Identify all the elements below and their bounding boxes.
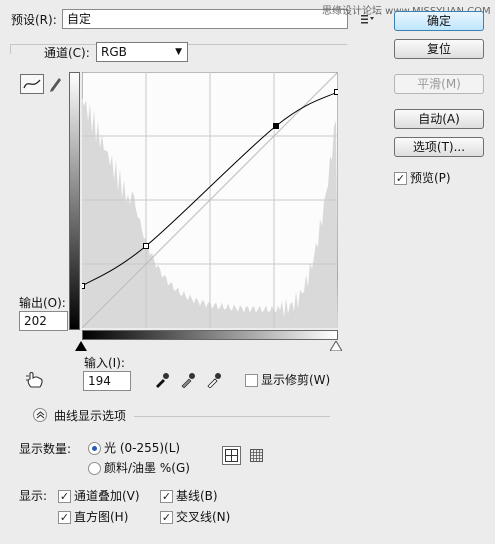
light-option-label: 光 (0-255)(L) xyxy=(104,441,181,455)
preview-checkbox[interactable]: ✓ xyxy=(394,172,407,185)
input-gradient-bar xyxy=(82,330,338,340)
channel-value: RGB xyxy=(101,45,127,59)
preset-label: 预设(R): xyxy=(11,13,57,27)
output-field[interactable]: 202 xyxy=(19,311,68,331)
curve-point-tool-icon[interactable] xyxy=(20,74,44,94)
curve-graph[interactable] xyxy=(82,72,338,328)
display-options-title: 曲线显示选项 xyxy=(54,409,127,423)
show-label: 显示: xyxy=(19,489,48,503)
output-gradient-bar xyxy=(69,72,80,330)
intersection-checkbox[interactable]: ✓ xyxy=(160,511,173,524)
output-label: 输出(O): xyxy=(19,296,66,310)
grid-detailed-icon[interactable] xyxy=(247,446,266,465)
auto-button[interactable]: 自动(A) xyxy=(394,109,484,129)
input-field[interactable]: 194 xyxy=(83,371,131,391)
channel-select[interactable]: RGB ▼ xyxy=(96,42,188,62)
preset-select[interactable]: 自定 xyxy=(62,9,348,29)
hand-adjust-icon[interactable] xyxy=(24,370,46,390)
curve-point[interactable] xyxy=(143,243,149,249)
channel-overlays-checkbox[interactable]: ✓ xyxy=(58,490,71,503)
ok-button[interactable]: 确定 xyxy=(394,11,484,31)
chevron-down-icon: ▼ xyxy=(175,47,182,57)
baseline-label: 基线(B) xyxy=(176,489,218,503)
channel-label: 通道(C): xyxy=(44,46,90,60)
baseline-checkbox[interactable]: ✓ xyxy=(160,490,173,503)
gray-eyedropper-icon[interactable] xyxy=(179,371,197,389)
histogram-label: 直方图(H) xyxy=(74,510,129,524)
display-amount-label: 显示数量: xyxy=(19,442,72,456)
preset-value: 自定 xyxy=(67,12,92,26)
grid-simple-icon[interactable] xyxy=(222,446,241,465)
options-button[interactable]: 选项(T)... xyxy=(394,137,484,157)
curve-point[interactable] xyxy=(82,283,85,289)
light-radio[interactable] xyxy=(88,442,101,455)
reset-button[interactable]: 复位 xyxy=(394,39,484,59)
histogram-checkbox[interactable]: ✓ xyxy=(58,511,71,524)
black-eyedropper-icon[interactable] xyxy=(153,371,171,389)
preview-label: 预览(P) xyxy=(410,171,451,185)
smooth-button[interactable]: 平滑(M) xyxy=(394,74,484,94)
show-clipping-checkbox[interactable] xyxy=(245,374,258,387)
input-label: 输入(I): xyxy=(84,356,125,370)
input-value: 194 xyxy=(88,374,111,388)
output-value: 202 xyxy=(24,314,47,328)
curves-group-left-edge xyxy=(10,44,11,54)
preset-options-icon[interactable] xyxy=(358,10,376,28)
pencil-tool-icon[interactable] xyxy=(46,74,64,94)
curve-point[interactable] xyxy=(334,89,339,95)
intersection-label: 交叉线(N) xyxy=(176,510,231,524)
show-clipping-label: 显示修剪(W) xyxy=(261,373,331,387)
black-point-slider-icon[interactable] xyxy=(75,341,87,351)
channel-overlays-label: 通道叠加(V) xyxy=(74,489,140,503)
white-point-slider-icon[interactable] xyxy=(330,341,342,351)
pigment-option-label: 颜料/油墨 %(G) xyxy=(104,461,190,475)
white-eyedropper-icon[interactable] xyxy=(205,371,223,389)
pigment-radio[interactable] xyxy=(88,462,101,475)
curve-point-selected[interactable] xyxy=(273,123,279,129)
display-options-divider xyxy=(134,416,330,417)
collapse-chevron-icon[interactable] xyxy=(33,408,47,422)
